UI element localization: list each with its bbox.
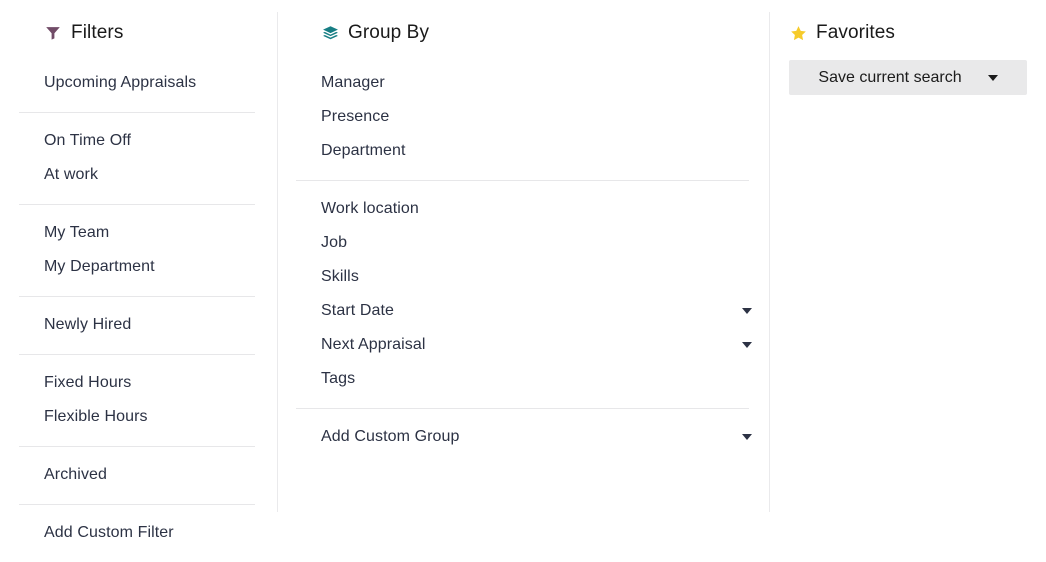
filter-group: Newly Hired xyxy=(0,296,277,354)
chevron-down-icon[interactable] xyxy=(742,342,752,348)
menu-item-label: Upcoming Appraisals xyxy=(44,74,197,91)
filters-column: Filters Upcoming Appraisals On Time Off … xyxy=(0,0,277,541)
layers-icon xyxy=(321,24,339,42)
group-by-item-tags[interactable]: Tags xyxy=(277,362,769,396)
group-by-item-skills[interactable]: Skills xyxy=(277,260,769,294)
filter-item-at-work[interactable]: At work xyxy=(0,158,277,192)
menu-item-label: Manager xyxy=(321,74,385,91)
menu-item-label: On Time Off xyxy=(44,132,132,149)
chevron-down-icon[interactable] xyxy=(742,434,752,440)
filter-group: On Time Off At work xyxy=(0,112,277,204)
favorites-title: Favorites xyxy=(816,22,896,43)
star-icon xyxy=(789,24,807,42)
menu-item-label: Flexible Hours xyxy=(44,408,148,425)
group-by-header: Group By xyxy=(277,12,769,54)
filter-group: Upcoming Appraisals xyxy=(0,54,277,112)
group-by-item-department[interactable]: Department xyxy=(277,134,769,168)
favorites-header: Favorites xyxy=(769,12,1046,54)
menu-item-label: Job xyxy=(321,234,348,251)
menu-item-label: Fixed Hours xyxy=(44,374,132,391)
menu-item-label: Work location xyxy=(321,200,419,217)
group-by-group: Work location Job Skills Start Date Next… xyxy=(277,180,769,408)
menu-item-label: Next Appraisal xyxy=(321,336,426,353)
menu-item-label: Archived xyxy=(44,466,108,483)
search-dropdown-panel: Filters Upcoming Appraisals On Time Off … xyxy=(0,0,1046,541)
chevron-down-icon[interactable] xyxy=(987,74,998,81)
menu-item-label: Tags xyxy=(321,370,356,387)
menu-item-label: Start Date xyxy=(321,302,395,319)
group-by-item-presence[interactable]: Presence xyxy=(277,100,769,134)
filter-item-add-custom-filter[interactable]: Add Custom Filter xyxy=(0,516,277,550)
group-by-item-next-appraisal[interactable]: Next Appraisal xyxy=(277,328,769,362)
filter-group: Fixed Hours Flexible Hours xyxy=(0,354,277,446)
filter-group: Archived xyxy=(0,446,277,504)
menu-item-label: Presence xyxy=(321,108,390,125)
filter-item-newly-hired[interactable]: Newly Hired xyxy=(0,308,277,342)
group-by-item-manager[interactable]: Manager xyxy=(277,66,769,100)
filter-item-fixed-hours[interactable]: Fixed Hours xyxy=(0,366,277,400)
column-divider xyxy=(769,12,770,512)
menu-item-label: Add Custom Group xyxy=(321,428,460,445)
menu-item-label: My Department xyxy=(44,258,155,275)
filter-item-on-time-off[interactable]: On Time Off xyxy=(0,124,277,158)
filter-group: My Team My Department xyxy=(0,204,277,296)
group-by-item-work-location[interactable]: Work location xyxy=(277,192,769,226)
chevron-down-icon[interactable] xyxy=(742,308,752,314)
group-by-item-job[interactable]: Job xyxy=(277,226,769,260)
group-by-title: Group By xyxy=(348,22,430,43)
save-current-search-button[interactable]: Save current search xyxy=(789,60,1027,95)
menu-item-label: My Team xyxy=(44,224,110,241)
filter-item-my-department[interactable]: My Department xyxy=(0,250,277,284)
menu-item-label: At work xyxy=(44,166,99,183)
group-by-item-add-custom-group[interactable]: Add Custom Group xyxy=(277,420,769,454)
group-by-column: Group By Manager Presence Department Wor… xyxy=(277,0,769,526)
filter-item-flexible-hours[interactable]: Flexible Hours xyxy=(0,400,277,434)
group-by-group: Manager Presence Department xyxy=(277,54,769,180)
group-by-group: Add Custom Group xyxy=(277,408,769,466)
filter-group: Add Custom Filter xyxy=(0,504,277,562)
menu-item-label: Skills xyxy=(321,268,359,285)
favorites-column: Favorites Save current search xyxy=(769,0,1046,526)
filter-item-upcoming-appraisals[interactable]: Upcoming Appraisals xyxy=(0,66,277,100)
favorites-body: Save current search xyxy=(769,54,1046,95)
funnel-icon xyxy=(44,24,62,42)
filters-header: Filters xyxy=(0,12,277,54)
group-by-item-start-date[interactable]: Start Date xyxy=(277,294,769,328)
menu-item-label: Newly Hired xyxy=(44,316,132,333)
filter-item-my-team[interactable]: My Team xyxy=(0,216,277,250)
filter-item-archived[interactable]: Archived xyxy=(0,458,277,492)
save-current-search-label: Save current search xyxy=(818,68,962,86)
menu-item-label: Add Custom Filter xyxy=(44,524,174,541)
filters-title: Filters xyxy=(71,22,124,43)
menu-item-label: Department xyxy=(321,142,406,159)
